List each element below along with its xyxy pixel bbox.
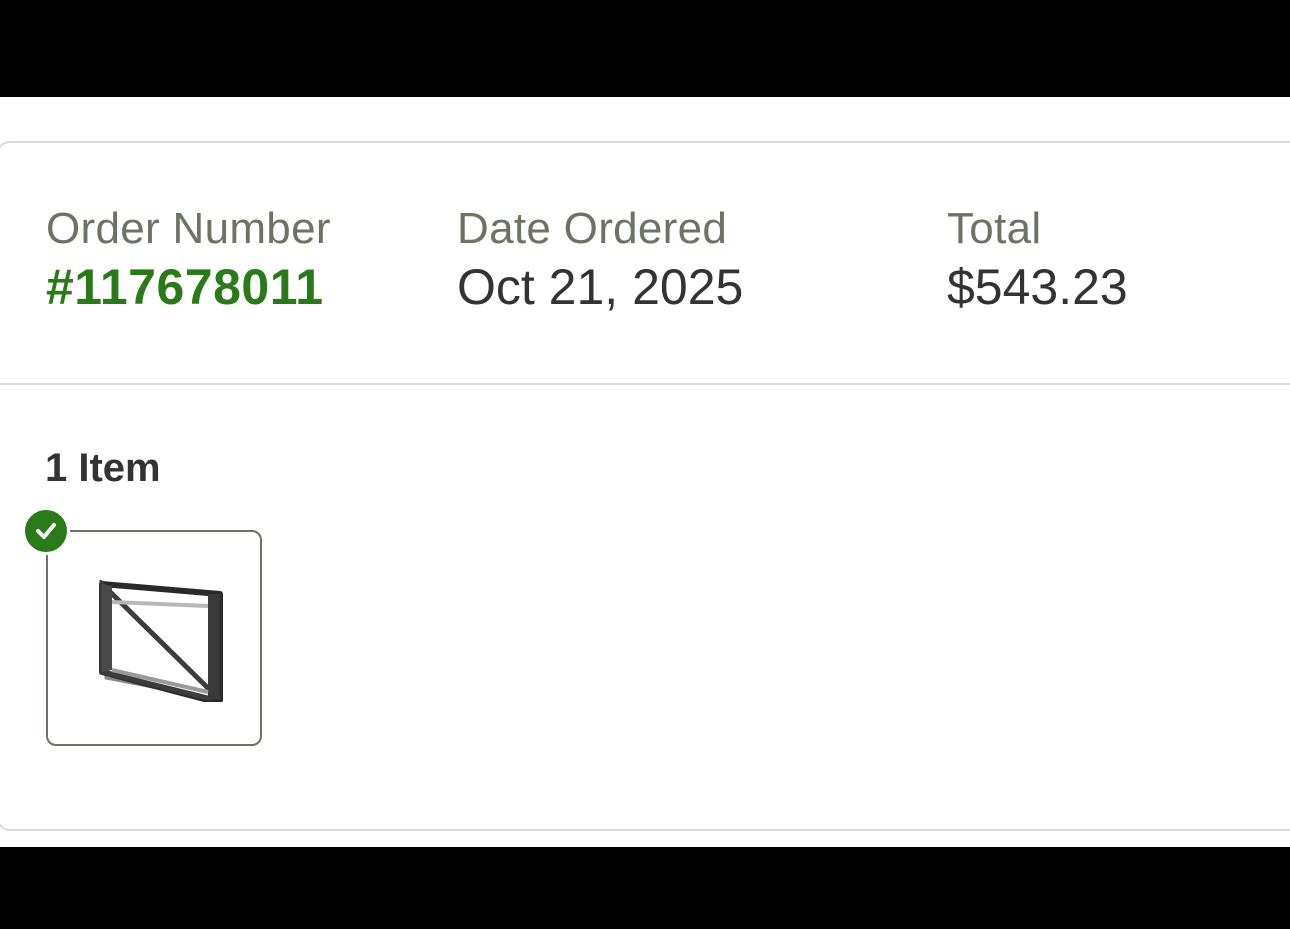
product-image: [99, 580, 223, 702]
order-page: Order Number #117678011 Date Ordered Oct…: [0, 97, 1290, 847]
check-circle-icon: [22, 507, 70, 555]
order-number-label: Order Number: [46, 204, 331, 253]
order-number-value[interactable]: #117678011: [46, 257, 331, 317]
total-value: $543.23: [947, 259, 1128, 315]
date-ordered-label: Date Ordered: [457, 204, 728, 253]
order-number-field: Order Number #117678011: [46, 203, 331, 317]
date-ordered-value: Oct 21, 2025: [457, 259, 744, 315]
bottom-black-bar: [0, 847, 1290, 929]
order-summary: Order Number #117678011 Date Ordered Oct…: [0, 143, 1290, 385]
items-section: 1 Item: [0, 383, 1290, 833]
order-card[interactable]: Order Number #117678011 Date Ordered Oct…: [0, 141, 1290, 831]
date-ordered-field: Date Ordered Oct 21, 2025: [457, 203, 743, 317]
total-label: Total: [947, 204, 1042, 253]
items-count: 1 Item: [45, 446, 161, 490]
total-field: Total $543.23: [947, 203, 1128, 317]
item-thumbnail[interactable]: [46, 530, 262, 746]
top-black-bar: [0, 0, 1290, 97]
